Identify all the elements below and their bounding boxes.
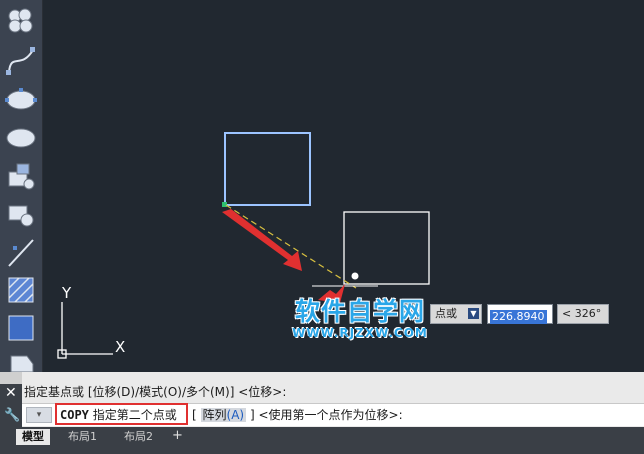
- option-array[interactable]: 阵列(A): [200, 408, 247, 422]
- close-icon[interactable]: ✕: [5, 386, 17, 400]
- default-option-text: <使用第一个点作为位移>:: [258, 408, 403, 422]
- angle-input[interactable]: < 326°: [557, 304, 609, 324]
- command-prompt: COPY 指定第二个点或: [60, 407, 177, 423]
- option-open-bracket: [: [192, 408, 197, 422]
- option-array-key: (A): [226, 408, 245, 422]
- hatch-tool-icon[interactable]: [3, 274, 39, 308]
- red-arrow-1-icon: [222, 209, 302, 271]
- tab-model[interactable]: 模型: [16, 429, 50, 445]
- command-grip-handle[interactable]: [0, 372, 22, 384]
- command-prompt-text: 指定第二个点或: [92, 408, 177, 422]
- draw-toolbar: [0, 0, 43, 373]
- command-area: ✕ 🔧 指定基点或 [位移(D)/模式(O)/多个(M)] <位移>: ▾ CO…: [0, 372, 644, 454]
- command-name: COPY: [60, 408, 89, 422]
- option-close-bracket: ]: [249, 408, 255, 422]
- drawing-canvas[interactable]: Y X 点或 ▼ 226.8940 < 326° 软件自学网 WWW.RJZXW…: [0, 0, 644, 373]
- original-rectangle[interactable]: [224, 132, 311, 206]
- wrench-icon[interactable]: 🔧: [4, 408, 20, 423]
- dynamic-input-prompt: 点或 ▼: [430, 304, 482, 324]
- dynamic-prompt-text: 点或: [435, 307, 457, 320]
- command-options: [ 阵列(A) ] <使用第一个点作为位移>:: [192, 407, 403, 423]
- make-block-tool-icon[interactable]: [3, 198, 39, 232]
- distance-input[interactable]: 226.8940: [487, 304, 553, 324]
- gradient-tool-icon[interactable]: [3, 312, 39, 346]
- insert-block-tool-icon[interactable]: [3, 160, 39, 194]
- watermark-title: 软件自学网: [294, 297, 425, 326]
- distance-value: 226.8940: [490, 310, 547, 324]
- option-array-label: 阵列: [202, 408, 227, 422]
- cursor-icon: [351, 272, 359, 280]
- rubberband-line: [225, 204, 357, 289]
- add-layout-icon[interactable]: +: [172, 429, 183, 443]
- revcloud-tool-icon[interactable]: [3, 4, 39, 38]
- command-side-panel: ✕ 🔧: [0, 384, 22, 430]
- angle-value: < 326°: [562, 307, 602, 320]
- options-down-arrow-icon[interactable]: ▼: [468, 308, 479, 319]
- command-line[interactable]: ▾ COPY 指定第二个点或 [ 阵列(A) ] <使用第一个点作为位移>:: [22, 403, 644, 426]
- recent-commands-icon[interactable]: ▾: [26, 407, 52, 423]
- point-tool-icon[interactable]: [3, 236, 39, 270]
- tab-layout2[interactable]: 布局2: [118, 429, 159, 445]
- ucs-y-label: Y: [61, 284, 72, 302]
- tab-layout1[interactable]: 布局1: [62, 429, 103, 445]
- watermark: 软件自学网 WWW.RJZXW.COM: [285, 298, 435, 344]
- ellipse-tool-icon[interactable]: [3, 83, 39, 117]
- command-history: 指定基点或 [位移(D)/模式(O)/多个(M)] <位移>:: [24, 385, 287, 399]
- ucs-x-label: X: [115, 338, 125, 356]
- base-point-marker: [222, 202, 227, 207]
- layout-tabs: 模型 布局1 布局2 +: [0, 427, 644, 454]
- ellipse-arc-tool-icon[interactable]: [3, 121, 39, 155]
- watermark-url: WWW.RJZXW.COM: [292, 326, 428, 340]
- spline-tool-icon[interactable]: [3, 44, 39, 78]
- ucs-icon: [57, 302, 113, 359]
